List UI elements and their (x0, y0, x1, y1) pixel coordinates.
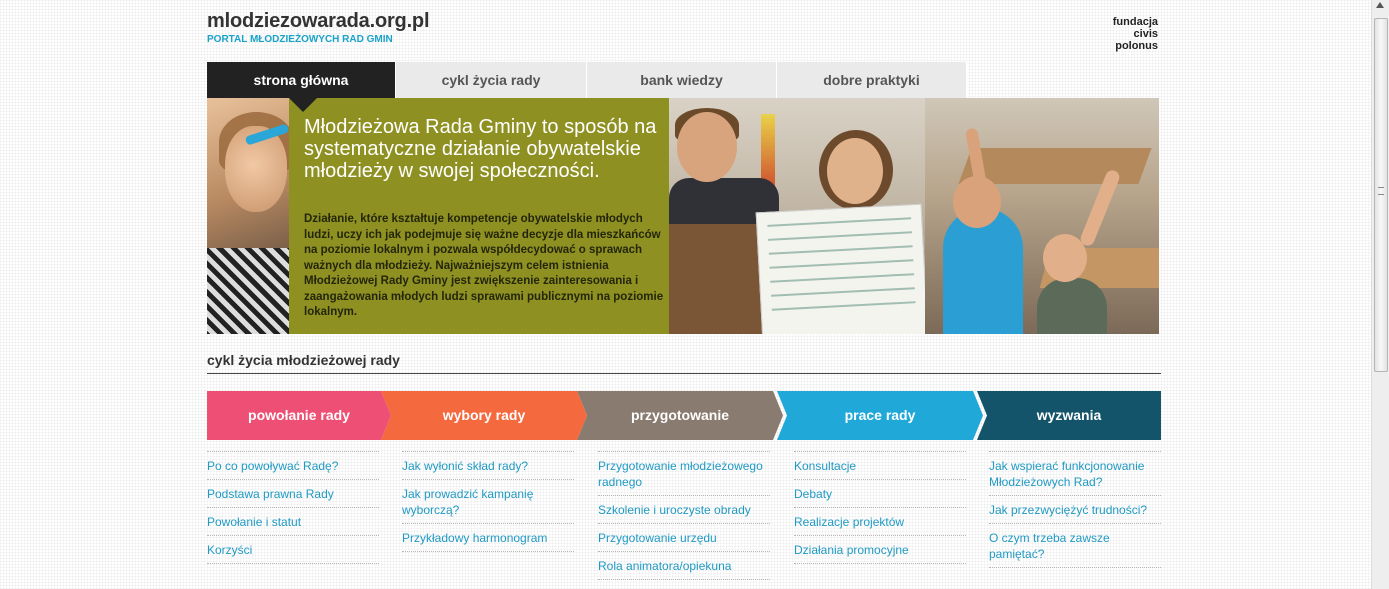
scrollbar-grip-icon (1378, 187, 1384, 195)
stage-link[interactable]: O czym trzeba zawsze pamiętać? (989, 523, 1161, 568)
stage-council-work[interactable]: prace rady (777, 391, 983, 440)
scroll-up-arrow-icon[interactable] (1376, 2, 1384, 8)
links-challenges: Jak wspierać funkcjonowanie Młodzieżowyc… (989, 451, 1161, 568)
stage-link[interactable]: Po co powoływać Radę? (207, 451, 379, 479)
lifecycle-title: cykl życia młodzieżowej rady (207, 352, 400, 368)
foundation-line: civis (1133, 28, 1158, 40)
active-tab-pointer (289, 98, 317, 112)
stage-link[interactable]: Jak wyłonić skład rady? (402, 451, 574, 479)
lifecycle-divider (207, 373, 1161, 374)
stage-link[interactable]: Korzyści (207, 535, 379, 564)
hero-banner: Młodzieżowa Rada Gminy to sposób na syst… (207, 98, 1159, 334)
stage-link[interactable]: Powołanie i statut (207, 507, 379, 535)
stage-link[interactable]: Rola animatora/opiekuna (598, 551, 770, 580)
lifecycle-stages: powołanie rady wybory rady przygotowanie… (207, 391, 1161, 440)
stage-link[interactable]: Szkolenie i uroczyste obrady (598, 495, 770, 523)
links-appointment: Po co powoływać Radę? Podstawa prawna Ra… (207, 451, 379, 564)
hero-photo-presentation (669, 98, 929, 334)
stage-challenges[interactable]: wyzwania (977, 391, 1161, 440)
stage-link[interactable]: Przygotowanie młodzieżowego radnego (598, 451, 770, 495)
hero-photo-classroom (925, 98, 1159, 334)
tab-council-lifecycle[interactable]: cykl życia rady (396, 62, 587, 98)
stage-link[interactable]: Debaty (794, 479, 966, 507)
hero-description: Działanie, które kształtuje kompetencje … (304, 213, 664, 318)
vertical-scrollbar[interactable] (1371, 0, 1389, 589)
tab-good-practices[interactable]: dobre praktyki (777, 62, 967, 98)
main-nav: strona główna cykl życia rady bank wiedz… (207, 62, 967, 98)
links-preparation: Przygotowanie młodzieżowego radnego Szko… (598, 451, 770, 580)
stage-appointment[interactable]: powołanie rady (207, 391, 391, 440)
links-elections: Jak wyłonić skład rady? Jak prowadzić ka… (402, 451, 574, 552)
foundation-logo[interactable]: fundacja civis polonus (1113, 16, 1158, 52)
stage-link[interactable]: Jak prowadzić kampanię wyborczą? (402, 479, 574, 523)
site-title[interactable]: mlodziezowarada.org.pl (207, 10, 430, 33)
stage-elections[interactable]: wybory rady (381, 391, 587, 440)
stage-preparation[interactable]: przygotowanie (577, 391, 783, 440)
page-container: mlodziezowarada.org.pl PORTAL MŁODZIEŻOW… (207, 0, 1161, 589)
tab-knowledge-bank[interactable]: bank wiedzy (587, 62, 777, 98)
stage-link[interactable]: Konsultacje (794, 451, 966, 479)
stage-link[interactable]: Jak wspierać funkcjonowanie Młodzieżowyc… (989, 451, 1161, 495)
tab-home[interactable]: strona główna (207, 62, 396, 98)
hero-photo-girl (207, 98, 294, 334)
hero-heading: Młodzieżowa Rada Gminy to sposób na syst… (304, 116, 657, 182)
scrollbar-thumb[interactable] (1374, 18, 1388, 372)
stage-link[interactable]: Realizacje projektów (794, 507, 966, 535)
stage-link[interactable]: Działania promocyjne (794, 535, 966, 564)
foundation-line: polonus (1115, 40, 1158, 52)
site-subtitle: PORTAL MŁODZIEŻOWYCH RAD GMIN (207, 34, 393, 45)
stage-link[interactable]: Jak przezwyciężyć trudności? (989, 495, 1161, 523)
hero-text-panel: Młodzieżowa Rada Gminy to sposób na syst… (289, 98, 669, 334)
links-council-work: Konsultacje Debaty Realizacje projektów … (794, 451, 966, 564)
stage-link[interactable]: Przykładowy harmonogram (402, 523, 574, 552)
foundation-line: fundacja (1112, 16, 1158, 28)
stage-link[interactable]: Podstawa prawna Rady (207, 479, 379, 507)
stage-link[interactable]: Przygotowanie urzędu (598, 523, 770, 551)
